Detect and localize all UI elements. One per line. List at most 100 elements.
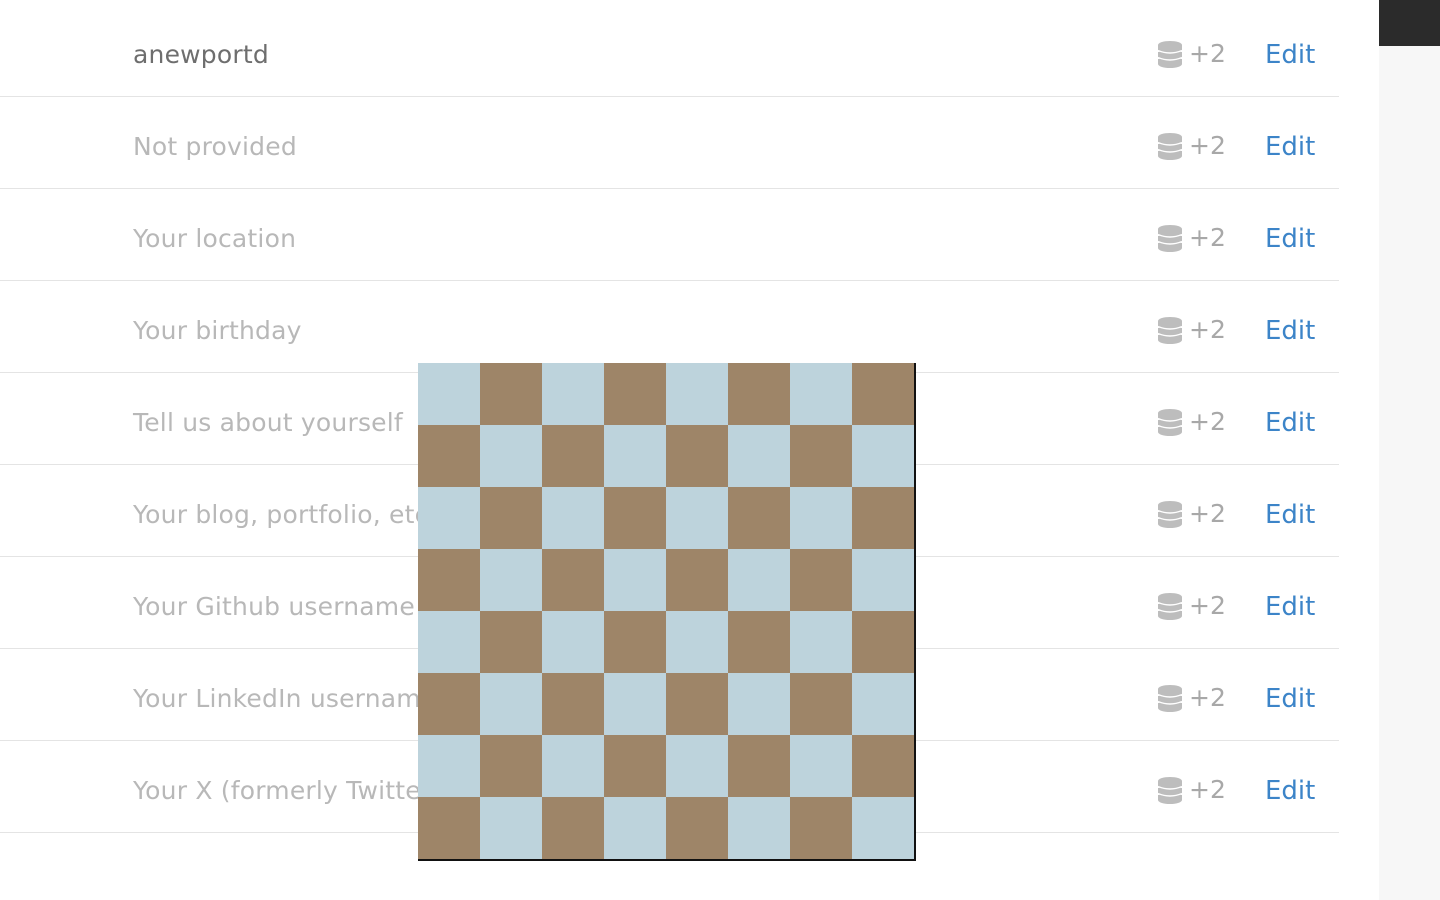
coin-stack-icon: [1157, 132, 1183, 160]
board-square[interactable]: [480, 735, 542, 797]
location-value: Your location: [133, 224, 297, 253]
board-square[interactable]: [666, 735, 728, 797]
board-square[interactable]: [728, 549, 790, 611]
checkerboard-overlay[interactable]: [418, 363, 916, 861]
board-square[interactable]: [418, 735, 480, 797]
board-square[interactable]: [480, 673, 542, 735]
board-square[interactable]: [852, 797, 914, 859]
edit-bio-link[interactable]: Edit: [1265, 373, 1315, 464]
points-badge: +2: [1157, 373, 1226, 464]
board-square[interactable]: [790, 363, 852, 425]
username-value: anewportd: [133, 40, 269, 69]
board-square[interactable]: [604, 549, 666, 611]
board-square[interactable]: [542, 363, 604, 425]
board-square[interactable]: [852, 487, 914, 549]
board-square[interactable]: [790, 611, 852, 673]
edit-linkedin-link[interactable]: Edit: [1265, 649, 1315, 740]
board-square[interactable]: [728, 735, 790, 797]
board-square[interactable]: [666, 363, 728, 425]
board-square[interactable]: [480, 425, 542, 487]
points-value: +2: [1189, 39, 1226, 68]
board-square[interactable]: [790, 673, 852, 735]
board-square[interactable]: [604, 611, 666, 673]
board-square[interactable]: [418, 673, 480, 735]
board-square[interactable]: [728, 673, 790, 735]
coin-stack-icon: [1157, 408, 1183, 436]
points-badge: +2: [1157, 741, 1226, 832]
coin-stack-icon: [1157, 316, 1183, 344]
board-square[interactable]: [666, 425, 728, 487]
board-square[interactable]: [604, 487, 666, 549]
board-square[interactable]: [790, 797, 852, 859]
points-value: +2: [1189, 591, 1226, 620]
board-square[interactable]: [852, 425, 914, 487]
board-square[interactable]: [418, 797, 480, 859]
board-square[interactable]: [790, 735, 852, 797]
linkedin-value: Your LinkedIn username: [133, 684, 437, 713]
board-square[interactable]: [418, 363, 480, 425]
points-value: +2: [1189, 131, 1226, 160]
edit-location-link[interactable]: Edit: [1265, 189, 1315, 280]
board-square[interactable]: [790, 487, 852, 549]
board-square[interactable]: [728, 425, 790, 487]
board-square[interactable]: [728, 487, 790, 549]
board-square[interactable]: [542, 673, 604, 735]
dark-corner-block: [1379, 0, 1440, 46]
profile-row-birthday: Your birthday +2 Edit: [0, 281, 1339, 373]
points-badge: +2: [1157, 465, 1226, 556]
board-square[interactable]: [480, 611, 542, 673]
points-badge: +2: [1157, 189, 1226, 280]
board-square[interactable]: [480, 487, 542, 549]
board-square[interactable]: [542, 611, 604, 673]
edit-github-link[interactable]: Edit: [1265, 557, 1315, 648]
board-square[interactable]: [418, 611, 480, 673]
points-badge: +2: [1157, 97, 1226, 188]
board-square[interactable]: [604, 363, 666, 425]
board-square[interactable]: [418, 425, 480, 487]
edit-birthday-link[interactable]: Edit: [1265, 281, 1315, 372]
points-badge: +2: [1157, 649, 1226, 740]
board-square[interactable]: [418, 549, 480, 611]
board-square[interactable]: [542, 549, 604, 611]
edit-username-link[interactable]: Edit: [1265, 5, 1315, 96]
edit-website-link[interactable]: Edit: [1265, 465, 1315, 556]
board-square[interactable]: [728, 797, 790, 859]
board-square[interactable]: [480, 549, 542, 611]
board-square[interactable]: [666, 797, 728, 859]
board-square[interactable]: [666, 549, 728, 611]
board-square[interactable]: [852, 673, 914, 735]
board-square[interactable]: [728, 363, 790, 425]
points-value: +2: [1189, 775, 1226, 804]
bio-value: Tell us about yourself: [133, 408, 403, 437]
board-square[interactable]: [542, 487, 604, 549]
profile-row-username: anewportd +2 Edit: [0, 5, 1339, 97]
board-square[interactable]: [542, 425, 604, 487]
board-square[interactable]: [852, 735, 914, 797]
board-square[interactable]: [666, 611, 728, 673]
board-square[interactable]: [790, 425, 852, 487]
board-square[interactable]: [604, 425, 666, 487]
edit-x-link[interactable]: Edit: [1265, 741, 1315, 832]
coin-stack-icon: [1157, 592, 1183, 620]
board-square[interactable]: [604, 673, 666, 735]
board-square[interactable]: [480, 797, 542, 859]
board-square[interactable]: [542, 735, 604, 797]
board-square[interactable]: [542, 797, 604, 859]
board-square[interactable]: [480, 363, 542, 425]
coin-stack-icon: [1157, 776, 1183, 804]
board-square[interactable]: [604, 797, 666, 859]
board-square[interactable]: [604, 735, 666, 797]
board-square[interactable]: [728, 611, 790, 673]
coin-stack-icon: [1157, 40, 1183, 68]
board-square[interactable]: [666, 487, 728, 549]
points-badge: +2: [1157, 5, 1226, 96]
board-square[interactable]: [666, 673, 728, 735]
points-value: +2: [1189, 315, 1226, 344]
github-value: Your Github username: [133, 592, 415, 621]
board-square[interactable]: [418, 487, 480, 549]
board-square[interactable]: [790, 549, 852, 611]
edit-name-link[interactable]: Edit: [1265, 97, 1315, 188]
board-square[interactable]: [852, 611, 914, 673]
board-square[interactable]: [852, 549, 914, 611]
board-square[interactable]: [852, 363, 914, 425]
